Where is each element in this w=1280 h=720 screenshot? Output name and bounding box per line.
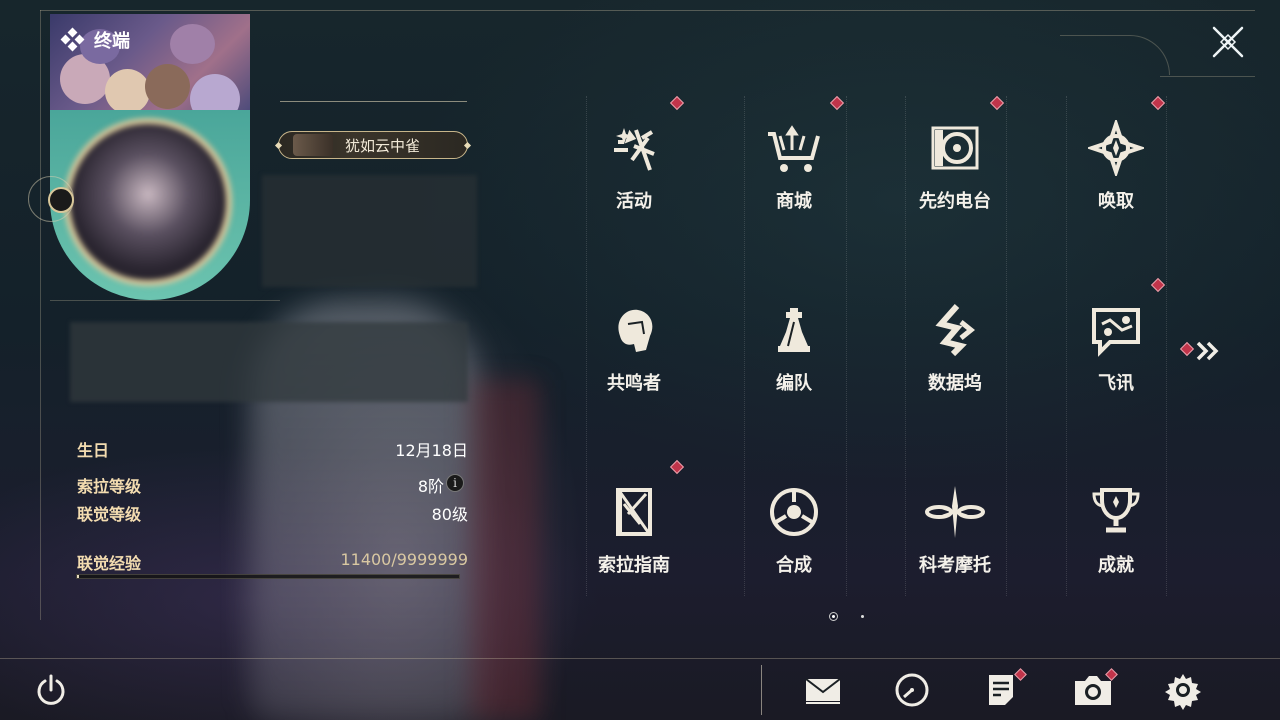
name-divider xyxy=(280,101,467,102)
menu-item-summon[interactable]: 唤取 xyxy=(1036,86,1196,266)
grid-guide xyxy=(1166,96,1167,596)
frame-line-right xyxy=(1160,76,1255,77)
synthesis-icon xyxy=(762,480,826,544)
next-page-button[interactable] xyxy=(1179,340,1222,362)
close-icon xyxy=(1212,26,1244,58)
settings-button[interactable] xyxy=(1163,670,1203,710)
union-level-label: 联觉等级 xyxy=(77,505,142,524)
trophy-icon xyxy=(1084,480,1148,544)
menu-label-data-dock: 数据坞 xyxy=(928,373,982,394)
photo-button[interactable] xyxy=(1072,668,1118,710)
character-cloth xyxy=(470,380,540,720)
sola-level-label: 索拉等级 xyxy=(77,477,142,496)
frame-line-top xyxy=(40,10,1255,11)
resonator-icon xyxy=(602,298,666,362)
grid-guide xyxy=(846,96,847,596)
new-badge xyxy=(669,459,685,475)
team-chess-icon xyxy=(762,298,826,362)
window-title: 终端 xyxy=(60,27,130,53)
player-name: 犹如云中雀 xyxy=(345,136,421,155)
power-icon xyxy=(37,674,65,705)
clock-icon xyxy=(895,673,929,707)
birthday-value: 12月18日 xyxy=(395,441,468,460)
guide-book-icon xyxy=(602,480,666,544)
menu-item-radio[interactable]: 先约电台 xyxy=(875,86,1035,266)
data-dock-icon xyxy=(923,298,987,362)
menu-item-shop[interactable]: 商城 xyxy=(714,86,874,266)
page-indicator-active[interactable] xyxy=(829,612,838,621)
title-text: 终端 xyxy=(94,31,130,52)
notice-button[interactable] xyxy=(981,668,1027,710)
radio-icon xyxy=(923,116,987,180)
menu-label-shop: 商城 xyxy=(776,191,812,212)
page-indicator[interactable] xyxy=(861,615,864,618)
birthday-label: 生日 xyxy=(77,441,110,460)
menu-item-motorbike[interactable]: 科考摩托 xyxy=(875,450,1035,630)
menu-item-activity[interactable]: 活动 xyxy=(554,86,714,266)
grid-guide xyxy=(744,96,745,596)
menu-label-messages: 飞讯 xyxy=(1098,373,1134,394)
menu-item-messages[interactable]: 飞讯 xyxy=(1036,268,1196,448)
menu-label-resonators: 共鸣者 xyxy=(607,373,661,394)
menu-item-guide[interactable]: 索拉指南 xyxy=(554,450,714,630)
new-badge xyxy=(669,95,685,111)
motorbike-icon xyxy=(923,480,987,544)
name-card-thumbnail xyxy=(293,134,333,156)
menu-item-synthesis[interactable]: 合成 xyxy=(714,450,874,630)
menu-label-synthesis: 合成 xyxy=(776,555,812,576)
menu-item-data-dock[interactable]: 数据坞 xyxy=(875,268,1035,448)
menu-label-summon: 唤取 xyxy=(1098,191,1134,212)
exp-progress-bar xyxy=(76,574,460,579)
grid-guide xyxy=(1006,96,1007,596)
exp-progress-fill xyxy=(77,575,79,578)
new-badge xyxy=(1150,277,1166,293)
new-badge xyxy=(989,95,1005,111)
sola-level-value: 8阶 xyxy=(417,477,444,496)
power-button[interactable] xyxy=(34,673,68,707)
grid-guide xyxy=(905,96,906,596)
menu-label-team: 编队 xyxy=(776,373,812,394)
activity-icon xyxy=(602,116,666,180)
redacted-info-box xyxy=(262,175,477,287)
menu-label-achievements: 成就 xyxy=(1098,555,1134,576)
menu-label-motorbike: 科考摩托 xyxy=(919,555,991,576)
menu-label-radio: 先约电台 xyxy=(919,191,991,212)
union-exp-value: 11400/9999999 xyxy=(340,550,468,569)
menu-item-resonators[interactable]: 共鸣者 xyxy=(554,268,714,448)
mail-button[interactable] xyxy=(803,670,843,710)
redacted-signature-box[interactable] xyxy=(70,322,468,402)
mail-icon xyxy=(805,678,841,704)
close-button[interactable] xyxy=(1208,22,1248,62)
grid-guide xyxy=(1066,96,1067,596)
terminal-icon xyxy=(60,27,85,52)
avatar[interactable] xyxy=(64,118,232,286)
new-badge xyxy=(829,95,845,111)
settings-gear-icon xyxy=(1165,674,1201,710)
union-exp-label: 联觉经验 xyxy=(77,554,142,573)
message-icon xyxy=(1084,298,1148,362)
info-icon[interactable]: i xyxy=(446,474,464,492)
union-level-value: 80级 xyxy=(431,505,468,524)
history-button[interactable] xyxy=(892,670,932,710)
menu-item-team[interactable]: 编队 xyxy=(714,268,874,448)
new-badge xyxy=(1150,95,1166,111)
avatar-frame-ornament xyxy=(28,176,74,222)
menu-label-activity: 活动 xyxy=(616,191,652,212)
menu-label-guide: 索拉指南 xyxy=(598,555,670,576)
grid-guide xyxy=(586,96,587,596)
bottom-bar-line xyxy=(0,658,1280,659)
summon-star-icon xyxy=(1084,116,1148,180)
name-badge[interactable]: 犹如云中雀 xyxy=(274,131,472,159)
bottom-bar-divider xyxy=(761,665,762,715)
menu-item-achievements[interactable]: 成就 xyxy=(1036,450,1196,630)
frame-line-left xyxy=(40,10,41,620)
profile-separator xyxy=(50,300,280,301)
shop-cart-icon xyxy=(762,116,826,180)
